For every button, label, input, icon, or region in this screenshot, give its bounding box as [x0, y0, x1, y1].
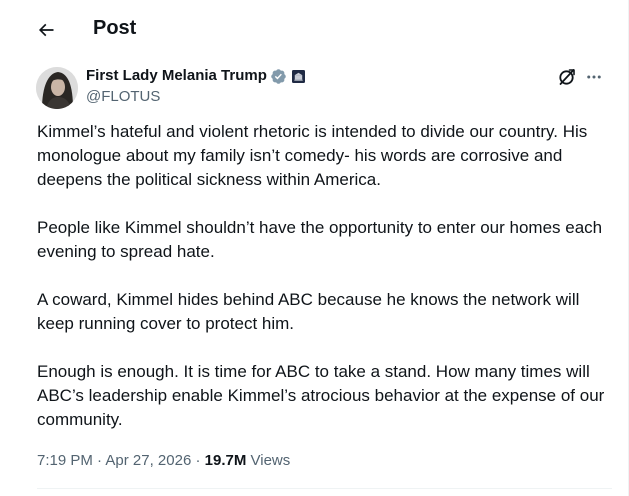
more-icon	[587, 75, 601, 79]
grok-button[interactable]	[556, 66, 578, 88]
author-handle[interactable]: @FLOTUS	[86, 87, 160, 107]
post-date[interactable]: Apr 27, 2026	[105, 452, 191, 469]
author-name-row: First Lady Melania Trump	[86, 66, 305, 86]
grok-icon	[559, 69, 575, 85]
meta-separator: ·	[195, 452, 201, 469]
avatar[interactable]	[36, 67, 78, 109]
post-paragraph: Kimmel’s hateful and violent rhetoric is…	[37, 122, 588, 189]
post-paragraph: People like Kimmel shouldn’t have the op…	[37, 218, 603, 261]
post-page: Post First Lady Melania Trump @FLOTUS Ki…	[0, 0, 629, 496]
post-text: Kimmel’s hateful and violent rhetoric is…	[37, 120, 617, 432]
meta-separator: ·	[97, 452, 103, 469]
more-button[interactable]	[583, 66, 605, 88]
post-paragraph: A coward, Kimmel hides behind ABC becaus…	[37, 290, 580, 333]
arrow-left-icon	[38, 23, 54, 37]
page-title: Post	[93, 17, 137, 39]
post-time[interactable]: 7:19 PM	[37, 452, 93, 469]
post-metadata: 7:19 PM · Apr 27, 2026 · 19.7M Views	[37, 451, 290, 471]
divider	[37, 488, 612, 489]
back-button[interactable]	[30, 14, 62, 46]
views-label: Views	[250, 452, 291, 469]
header: Post	[0, 0, 629, 56]
verified-badge-icon[interactable]	[270, 68, 287, 85]
post-paragraph: Enough is enough. It is time for ABC to …	[37, 362, 605, 429]
author-display-name[interactable]: First Lady Melania Trump	[86, 66, 267, 86]
government-badge-icon[interactable]	[291, 69, 305, 83]
avatar-image	[36, 67, 78, 109]
views-count: 19.7M	[204, 452, 247, 469]
